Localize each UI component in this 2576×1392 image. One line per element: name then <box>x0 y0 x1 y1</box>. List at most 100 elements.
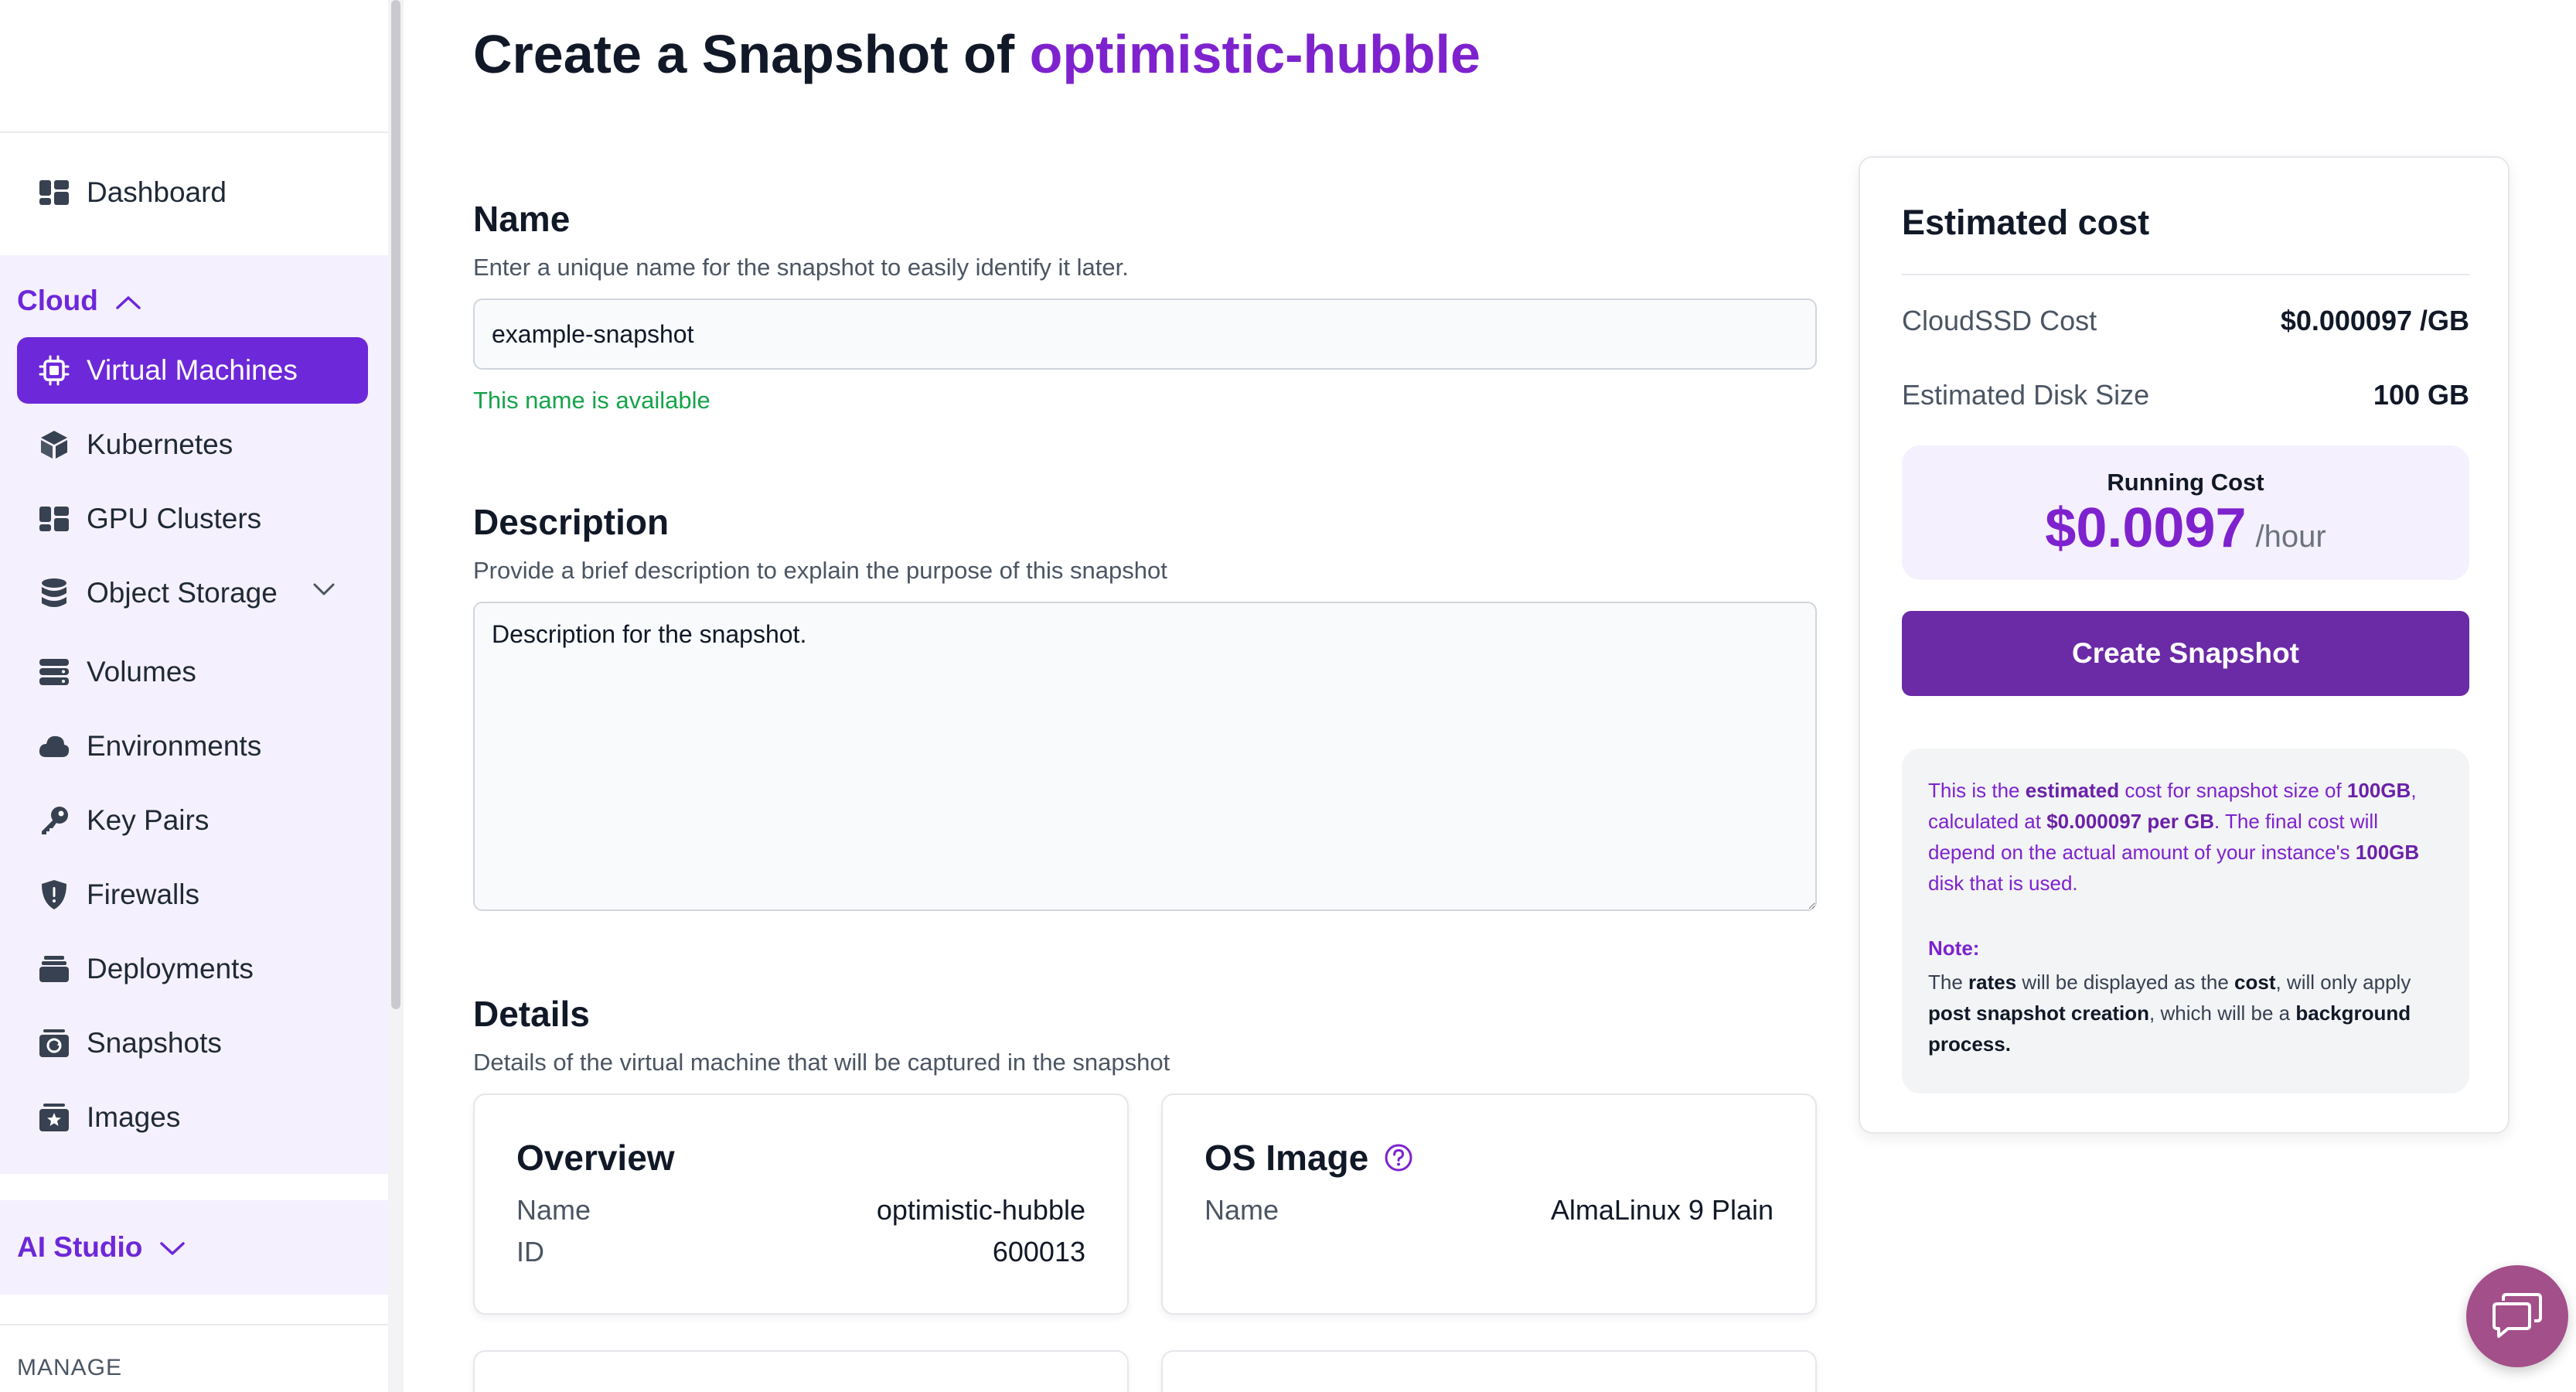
running-cost-unit: /hour <box>2255 520 2326 554</box>
sidebar-item-gpu-clusters[interactable]: GPU Clusters <box>17 486 368 552</box>
overview-card: Overview Name optimistic-hubble ID 60001… <box>473 1093 1129 1315</box>
note-text-bold: post snapshot creation <box>1928 1001 2150 1025</box>
sidebar-item-label: Kubernetes <box>87 428 233 460</box>
create-snapshot-button[interactable]: Create Snapshot <box>1902 611 2469 696</box>
description-section-subtitle: Provide a brief description to explain t… <box>473 557 1167 584</box>
sidebar-item-virtual-machines[interactable]: Virtual Machines <box>17 337 368 404</box>
sidebar-divider <box>0 1324 388 1325</box>
sidebar-item-label: Dashboard <box>87 176 227 208</box>
sidebar-item-label: Volumes <box>87 656 196 687</box>
dashboard-icon <box>39 177 70 208</box>
overview-card-title: Overview <box>516 1138 675 1178</box>
os-image-name-value: AlmaLinux 9 Plain <box>1550 1194 1774 1226</box>
snapshot-name-input[interactable] <box>473 299 1817 370</box>
ai-studio-label: AI Studio <box>17 1231 143 1263</box>
star-image-icon <box>39 1102 70 1133</box>
os-image-card: OS Image Name AlmaLinux 9 Plain <box>1161 1093 1817 1315</box>
sidebar: Dashboard Cloud Virtual Machines Kuberne… <box>0 0 388 1392</box>
name-section-title: Name <box>473 199 571 239</box>
detail-card <box>1161 1350 1817 1392</box>
info-text-segment: cost for snapshot size of <box>2119 779 2347 802</box>
running-cost-box: Running Cost $0.0097 /hour <box>1902 445 2469 580</box>
info-text-segment: This is the <box>1928 779 2026 802</box>
overview-id-row: ID 600013 <box>516 1236 1085 1268</box>
ai-studio-group-toggle[interactable]: AI Studio <box>17 1231 186 1264</box>
overview-name-value: optimistic-hubble <box>876 1194 1085 1226</box>
overview-name-label: Name <box>516 1194 591 1226</box>
details-section-title: Details <box>473 994 590 1034</box>
info-text-bold: $0.000097 per GB <box>2046 810 2215 833</box>
note-text: The rates will be displayed as the cost,… <box>1928 967 2443 1059</box>
key-icon <box>39 805 70 836</box>
chevron-up-icon <box>115 285 141 317</box>
chat-support-button[interactable] <box>2466 1265 2568 1367</box>
cloud-group-toggle[interactable]: Cloud <box>17 285 141 317</box>
sidebar-item-images[interactable]: Images <box>17 1084 368 1151</box>
chevron-down-icon <box>159 1231 186 1264</box>
sidebar-item-environments[interactable]: Environments <box>17 713 368 780</box>
cost-info-box: This is the estimated cost for snapshot … <box>1902 749 2469 1093</box>
cloudssd-cost-value: $0.000097 /GB <box>2280 305 2469 336</box>
sidebar-item-label: Virtual Machines <box>87 354 298 386</box>
note-text-segment: , which will be a <box>2149 1001 2296 1025</box>
sidebar-item-dashboard[interactable]: Dashboard <box>17 159 368 226</box>
running-cost-value: $0.0097 /hour <box>1902 496 2469 560</box>
os-image-name-row: Name AlmaLinux 9 Plain <box>1205 1194 1774 1227</box>
cost-info-text: This is the estimated cost for snapshot … <box>1928 775 2443 899</box>
cost-divider <box>1902 274 2469 275</box>
disk-size-row: Estimated Disk Size 100 GB <box>1902 379 2469 411</box>
overview-name-row: Name optimistic-hubble <box>516 1194 1085 1227</box>
sidebar-item-volumes[interactable]: Volumes <box>17 639 368 705</box>
page-title-prefix: Create a Snapshot of <box>473 24 1015 84</box>
sidebar-item-label: Environments <box>87 730 262 762</box>
info-text-segment: disk that is used. <box>1928 872 2078 895</box>
running-cost-label: Running Cost <box>2107 469 2264 496</box>
note-label: Note: <box>1928 937 1980 960</box>
sidebar-item-deployments[interactable]: Deployments <box>17 936 368 1002</box>
cloudssd-cost-row: CloudSSD Cost $0.000097 /GB <box>1902 305 2469 337</box>
disk-size-label: Estimated Disk Size <box>1902 379 2150 411</box>
note-text-segment: will be displayed as the <box>2016 971 2235 994</box>
snapshot-description-textarea[interactable]: Description for the snapshot. <box>473 602 1817 911</box>
overview-id-value: 600013 <box>992 1236 1085 1267</box>
sidebar-item-label: Key Pairs <box>87 804 210 836</box>
note-text-segment: , will only apply <box>2275 971 2411 994</box>
page-title: Create a Snapshot of optimistic-hubble <box>473 23 1481 85</box>
sidebar-item-snapshots[interactable]: Snapshots <box>17 1010 368 1076</box>
sidebar-item-key-pairs[interactable]: Key Pairs <box>17 787 368 854</box>
grid-icon <box>39 503 70 534</box>
cpu-chip-icon <box>39 355 70 386</box>
sidebar-item-label: Images <box>87 1101 181 1133</box>
sidebar-item-label: Deployments <box>87 953 254 984</box>
detail-card <box>473 1350 1129 1392</box>
name-availability-message: This name is available <box>473 387 710 414</box>
help-circle-icon[interactable] <box>1384 1143 1413 1172</box>
sidebar-item-object-storage[interactable]: Object Storage <box>17 560 368 626</box>
chevron-down-icon <box>312 582 336 600</box>
sidebar-divider <box>0 131 388 133</box>
note-text-bold: rates <box>1968 971 2017 994</box>
estimated-cost-title: Estimated cost <box>1902 203 2150 242</box>
cloud-icon <box>39 731 70 762</box>
info-text-bold: 100GB <box>2355 841 2420 864</box>
sidebar-scrollbar-thumb[interactable] <box>391 0 400 1009</box>
sidebar-item-kubernetes[interactable]: Kubernetes <box>17 411 368 478</box>
running-cost-amount: $0.0097 <box>2045 497 2247 559</box>
stack-icon <box>39 954 70 984</box>
sidebar-item-firewalls[interactable]: Firewalls <box>17 861 368 928</box>
details-section-subtitle: Details of the virtual machine that will… <box>473 1049 1170 1076</box>
info-text-bold: estimated <box>2025 779 2120 802</box>
sidebar-item-label: Snapshots <box>87 1027 222 1059</box>
sidebar-item-label: GPU Clusters <box>87 503 262 534</box>
note-text-bold: cost <box>2234 971 2276 994</box>
shield-icon <box>39 879 70 910</box>
disk-size-value: 100 GB <box>2373 379 2469 411</box>
database-icon <box>39 578 70 609</box>
cloud-group-label: Cloud <box>17 285 98 316</box>
page-title-instance: optimistic-hubble <box>1029 24 1481 84</box>
description-section-title: Description <box>473 502 670 542</box>
cloudssd-cost-label: CloudSSD Cost <box>1902 305 2097 336</box>
server-stack-icon <box>39 657 70 687</box>
estimated-cost-panel: Estimated cost CloudSSD Cost $0.000097 /… <box>1859 156 2510 1134</box>
sidebar-item-label: Firewalls <box>87 879 199 910</box>
